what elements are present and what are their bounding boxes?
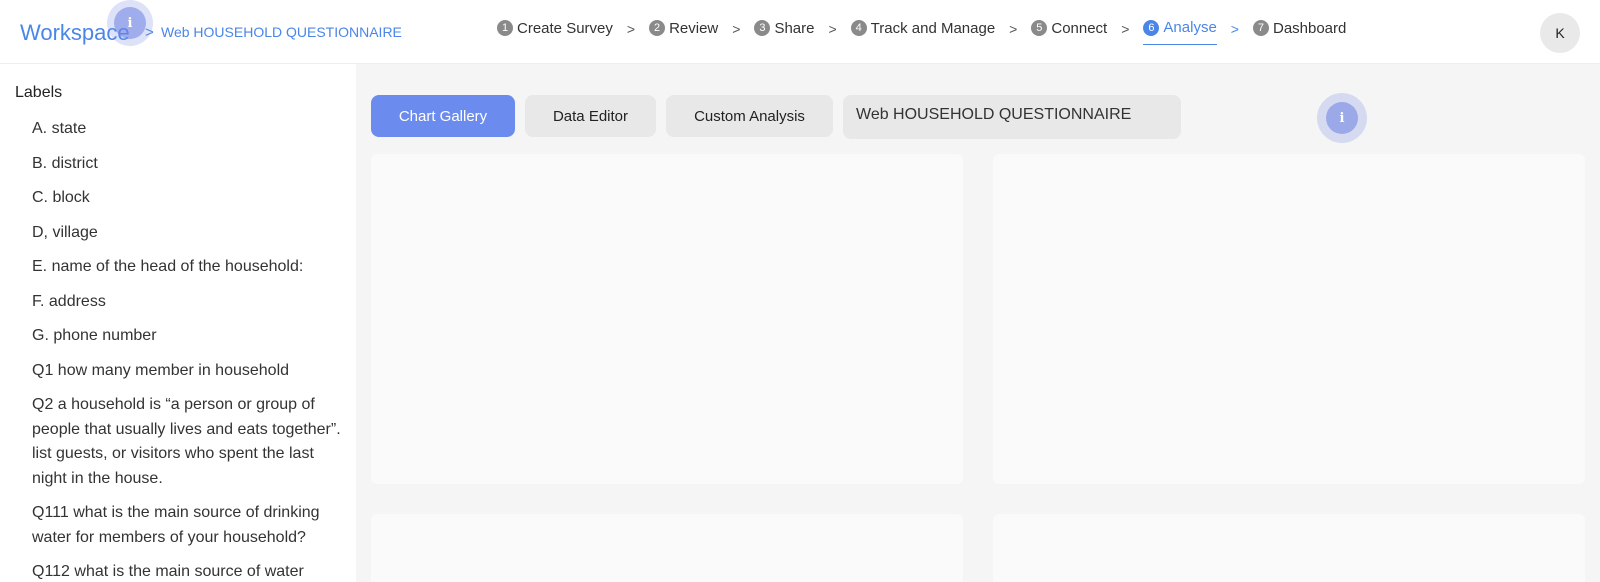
chart-card[interactable]	[371, 154, 963, 484]
data-editor-button[interactable]: Data Editor	[525, 95, 656, 137]
step-label: Dashboard	[1272, 19, 1347, 37]
chart-card[interactable]	[993, 154, 1585, 484]
sidebar-title: Labels	[15, 84, 63, 101]
survey-name-field[interactable]: Web HOUSEHOLD QUESTIONNAIRE	[843, 95, 1181, 139]
custom-analysis-button[interactable]: Custom Analysis	[666, 95, 833, 137]
step-label: Track and Manage	[870, 19, 996, 37]
label-item[interactable]: D, village	[32, 221, 350, 246]
step-number-badge: 4	[850, 20, 867, 36]
step-label: Analyse	[1163, 19, 1217, 36]
top-header: Workspace i > Web HOUSEHOLD QUESTIONNAIR…	[0, 0, 1600, 64]
step-number-badge: 7	[1252, 20, 1269, 36]
label-item[interactable]: Q112 what is the main source of water	[32, 560, 350, 582]
workflow-steps: 1 Create Survey > 2 Review > 3 Share > 4…	[497, 19, 1346, 45]
chart-gallery-button[interactable]: Chart Gallery	[371, 95, 515, 137]
step-number-badge: 6	[1143, 19, 1160, 36]
label-item[interactable]: C. block	[32, 186, 350, 211]
step-review[interactable]: 2 Review	[649, 20, 718, 45]
labels-list: A. state B. district C. block D, village…	[32, 117, 350, 582]
chart-card[interactable]	[371, 514, 963, 582]
chevron-right-icon: >	[1230, 21, 1239, 37]
chevron-right-icon: >	[1009, 21, 1018, 37]
step-label: Connect	[1051, 19, 1108, 37]
step-share[interactable]: 3 Share	[754, 20, 814, 45]
step-number-badge: 1	[497, 20, 513, 36]
info-icon: i	[114, 7, 146, 39]
analysis-panel: Chart Gallery Data Editor Custom Analysi…	[356, 64, 1600, 582]
chevron-right-icon: >	[626, 21, 636, 37]
label-item[interactable]: Q1 how many member in household	[32, 359, 350, 384]
step-number-badge: 2	[649, 20, 666, 36]
info-icon: i	[1326, 102, 1358, 134]
label-item[interactable]: Q111 what is the main source of drinking…	[32, 501, 350, 550]
step-label: Share	[774, 19, 815, 37]
breadcrumb-chevron-icon: >	[145, 24, 154, 41]
label-item[interactable]: Q2 a household is “a person or group of …	[32, 393, 350, 491]
step-number-badge: 3	[754, 20, 771, 36]
step-track-and-manage[interactable]: 4 Track and Manage	[850, 19, 996, 45]
step-dashboard[interactable]: 7 Dashboard	[1252, 19, 1347, 45]
step-label: Review	[669, 19, 719, 37]
labels-sidebar: Labels A. state B. district C. block D, …	[0, 64, 356, 582]
step-number-badge: 5	[1031, 20, 1048, 36]
step-create-survey[interactable]: 1 Create Survey	[497, 20, 613, 45]
chart-card[interactable]	[993, 514, 1585, 582]
step-connect[interactable]: 5 Connect	[1031, 20, 1107, 45]
user-avatar[interactable]: K	[1540, 13, 1580, 53]
label-item[interactable]: G. phone number	[32, 324, 350, 349]
label-item[interactable]: E. name of the head of the household:	[32, 255, 350, 280]
step-analyse[interactable]: 6 Analyse	[1143, 19, 1217, 45]
step-label: Create Survey	[517, 19, 613, 37]
info-hint-icon[interactable]: i	[1317, 93, 1367, 143]
chevron-right-icon: >	[732, 21, 741, 37]
label-item[interactable]: B. district	[32, 152, 350, 177]
chevron-right-icon: >	[828, 21, 837, 37]
breadcrumb-survey-name[interactable]: Web HOUSEHOLD QUESTIONNAIRE	[161, 24, 402, 40]
label-item[interactable]: A. state	[32, 117, 350, 142]
chevron-right-icon: >	[1121, 21, 1130, 37]
label-item[interactable]: F. address	[32, 290, 350, 315]
